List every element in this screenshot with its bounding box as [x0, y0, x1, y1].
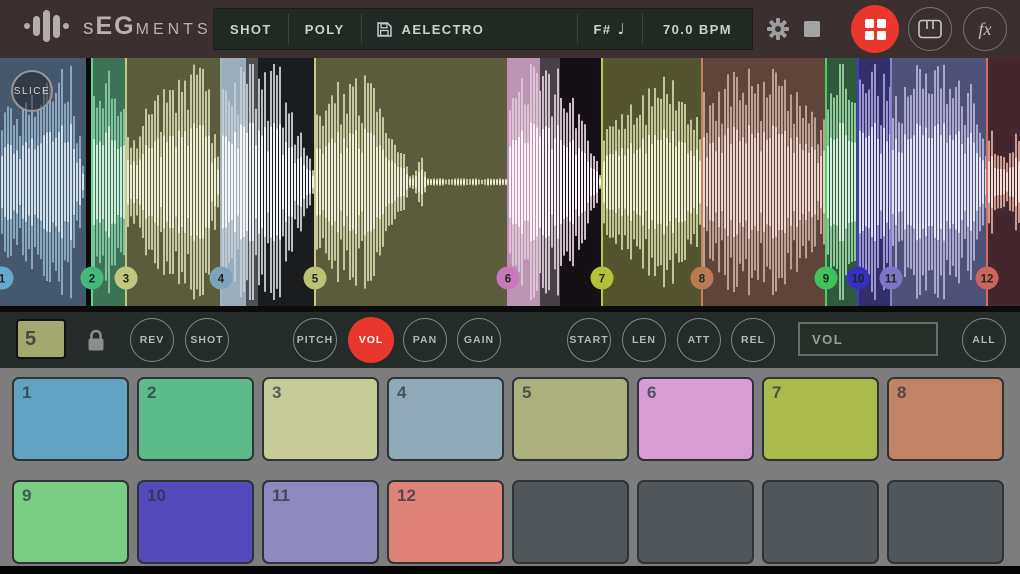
- slice-marker-number: 9: [823, 274, 829, 286]
- slice-marker-number: 12: [981, 274, 994, 286]
- slice-button[interactable]: SLICE: [11, 70, 53, 112]
- gain-button[interactable]: GAIN: [457, 318, 501, 362]
- pad-grid: 1 2 3 4 5 6 7 8 9 10 11 12: [12, 377, 1012, 564]
- pad-number: 5: [522, 383, 532, 402]
- preset-selector[interactable]: AELECTRO: [362, 21, 499, 38]
- all-button[interactable]: ALL: [962, 318, 1006, 362]
- slice-marker-number: 6: [505, 274, 511, 286]
- app-logo: s EG MENTS: [24, 10, 212, 42]
- pad-number: 11: [272, 486, 290, 505]
- key-display[interactable]: F# ♩: [578, 20, 642, 38]
- lock-icon[interactable]: [86, 328, 106, 353]
- pad-empty-15[interactable]: [762, 480, 879, 564]
- slice-marker-number: 7: [599, 274, 605, 286]
- pad-10[interactable]: 10: [137, 480, 254, 564]
- vol-button[interactable]: VOL: [348, 317, 394, 363]
- rel-button[interactable]: REL: [731, 318, 775, 362]
- pads-view-button[interactable]: [851, 5, 899, 53]
- pad-empty-14[interactable]: [637, 480, 754, 564]
- top-panel: SHOT POLY AELECTRO F# ♩ 70.0 BPM: [213, 8, 753, 50]
- bpm-display[interactable]: 70.0 BPM: [643, 22, 752, 37]
- shot-button[interactable]: SHOT: [185, 318, 229, 362]
- pad-11[interactable]: 11: [262, 480, 379, 564]
- settings-gear-icon[interactable]: [767, 18, 789, 40]
- pad-6[interactable]: 6: [637, 377, 754, 461]
- bottom-bar: [0, 566, 1020, 574]
- pad-number: 6: [647, 383, 657, 402]
- slice-marker-number: 2: [89, 274, 95, 286]
- pad-7[interactable]: 7: [762, 377, 879, 461]
- rev-button[interactable]: REV: [130, 318, 174, 362]
- att-button[interactable]: ATT: [677, 318, 721, 362]
- waveform-display[interactable]: 1 2 3 4 5 6 7 8 9 10 11 12 SLICE: [0, 58, 1020, 312]
- pad-empty-16[interactable]: [887, 480, 1004, 564]
- pad-number: 2: [147, 383, 157, 402]
- selected-slice-number: 5: [25, 327, 37, 350]
- pad-number: 10: [147, 486, 166, 505]
- parameter-value-field[interactable]: VOL: [798, 322, 938, 356]
- pad-number: 1: [22, 383, 32, 402]
- waveform-canvas: 1 2 3 4 5 6 7 8 9 10 11 12: [0, 58, 1020, 312]
- app-title: s EG MENTS: [83, 11, 212, 40]
- slice-marker-number: 10: [852, 274, 865, 286]
- pad-number: 3: [272, 383, 282, 402]
- len-button[interactable]: LEN: [622, 318, 666, 362]
- pitch-button[interactable]: PITCH: [293, 318, 337, 362]
- pad-5[interactable]: 5: [512, 377, 629, 461]
- pad-number: 4: [397, 383, 407, 402]
- shot-mode-button[interactable]: SHOT: [214, 22, 288, 37]
- pad-3[interactable]: 3: [262, 377, 379, 461]
- preset-name: AELECTRO: [401, 21, 485, 37]
- start-button[interactable]: START: [567, 318, 611, 362]
- piano-icon: [918, 19, 942, 39]
- header-bar: s EG MENTS SHOT POLY AELECTRO F# ♩ 70.0 …: [0, 0, 1020, 58]
- fx-label: fx: [978, 18, 992, 39]
- segments-plugin-window: s EG MENTS SHOT POLY AELECTRO F# ♩ 70.0 …: [0, 0, 1020, 574]
- slice-marker-number: 1: [0, 274, 6, 286]
- pad-12[interactable]: 12: [387, 480, 504, 564]
- control-bar: 5 REV SHOT PITCH VOL PAN GAIN START LEN …: [0, 312, 1020, 368]
- keyboard-view-button[interactable]: [908, 7, 952, 51]
- pad-1[interactable]: 1: [12, 377, 129, 461]
- pads-grid-icon: [864, 18, 886, 40]
- slice-marker-number: 3: [123, 274, 129, 286]
- pad-8[interactable]: 8: [887, 377, 1004, 461]
- slice-marker-number: 11: [885, 274, 898, 286]
- pad-9[interactable]: 9: [12, 480, 129, 564]
- slice-marker-number: 4: [218, 274, 225, 286]
- pad-number: 12: [397, 486, 416, 505]
- slice-marker-number: 5: [312, 274, 319, 286]
- pan-button[interactable]: PAN: [403, 318, 447, 362]
- pads-section: 1 2 3 4 5 6 7 8 9 10 11 12: [0, 368, 1020, 574]
- slice-marker-number: 8: [699, 274, 706, 286]
- selected-slice-indicator[interactable]: 5: [16, 319, 66, 359]
- pad-2[interactable]: 2: [137, 377, 254, 461]
- save-icon: [376, 21, 392, 37]
- pad-number: 8: [897, 383, 907, 402]
- fx-view-button[interactable]: fx: [963, 7, 1007, 51]
- poly-mode-button[interactable]: POLY: [289, 22, 361, 37]
- quarter-note-icon: ♩: [617, 20, 626, 38]
- waveform-logo-icon: [24, 10, 69, 42]
- stop-button[interactable]: [804, 21, 820, 37]
- pad-empty-13[interactable]: [512, 480, 629, 564]
- pad-number: 9: [22, 486, 32, 505]
- pad-4[interactable]: 4: [387, 377, 504, 461]
- pad-number: 7: [772, 383, 782, 402]
